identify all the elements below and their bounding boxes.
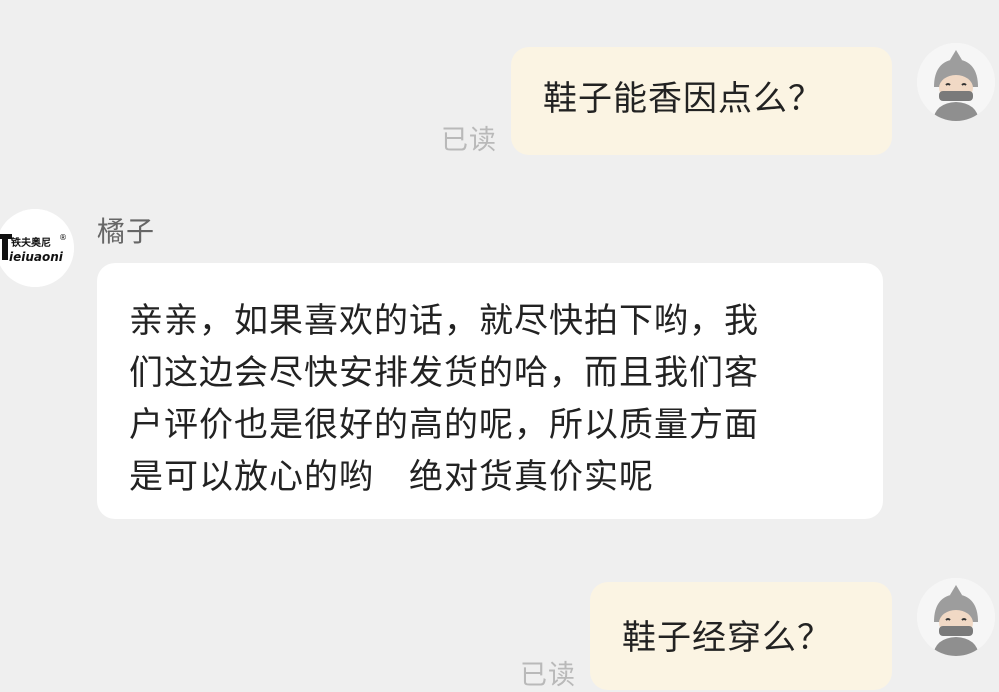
brand-name-en: ieiuaoni (9, 250, 64, 264)
brand-logo-icon[interactable]: 铁夫奥尼 ieiuaoni ® (0, 209, 74, 287)
outgoing-message-bubble[interactable]: 鞋子经穿么？ (590, 582, 892, 690)
message-text: 鞋子经穿么？ (622, 618, 832, 658)
user-avatar-icon[interactable] (917, 43, 995, 121)
message-text: 亲亲，如果喜欢的话，就尽快拍下哟，我 们这边会尽快安排发货的哈，而且我们客 户评… (129, 301, 759, 497)
message-text: 鞋子能香因点么？ (543, 79, 823, 119)
outgoing-message-bubble[interactable]: 鞋子能香因点么？ (511, 47, 892, 155)
registered-mark: ® (59, 233, 67, 242)
sender-name: 橘子 (97, 215, 156, 248)
user-avatar-icon[interactable] (917, 578, 995, 656)
incoming-message-bubble[interactable]: 亲亲，如果喜欢的话，就尽快拍下哟，我 们这边会尽快安排发货的哈，而且我们客 户评… (97, 263, 883, 519)
chat-thread: 鞋子能香因点么？ 已读 铁夫奥尼 ieiuaoni ® 橘子 亲亲，如果喜欢的话… (0, 0, 999, 691)
read-status: 已读 (520, 660, 576, 691)
read-status: 已读 (441, 125, 497, 156)
brand-name-cn: 铁夫奥尼 (11, 236, 51, 249)
